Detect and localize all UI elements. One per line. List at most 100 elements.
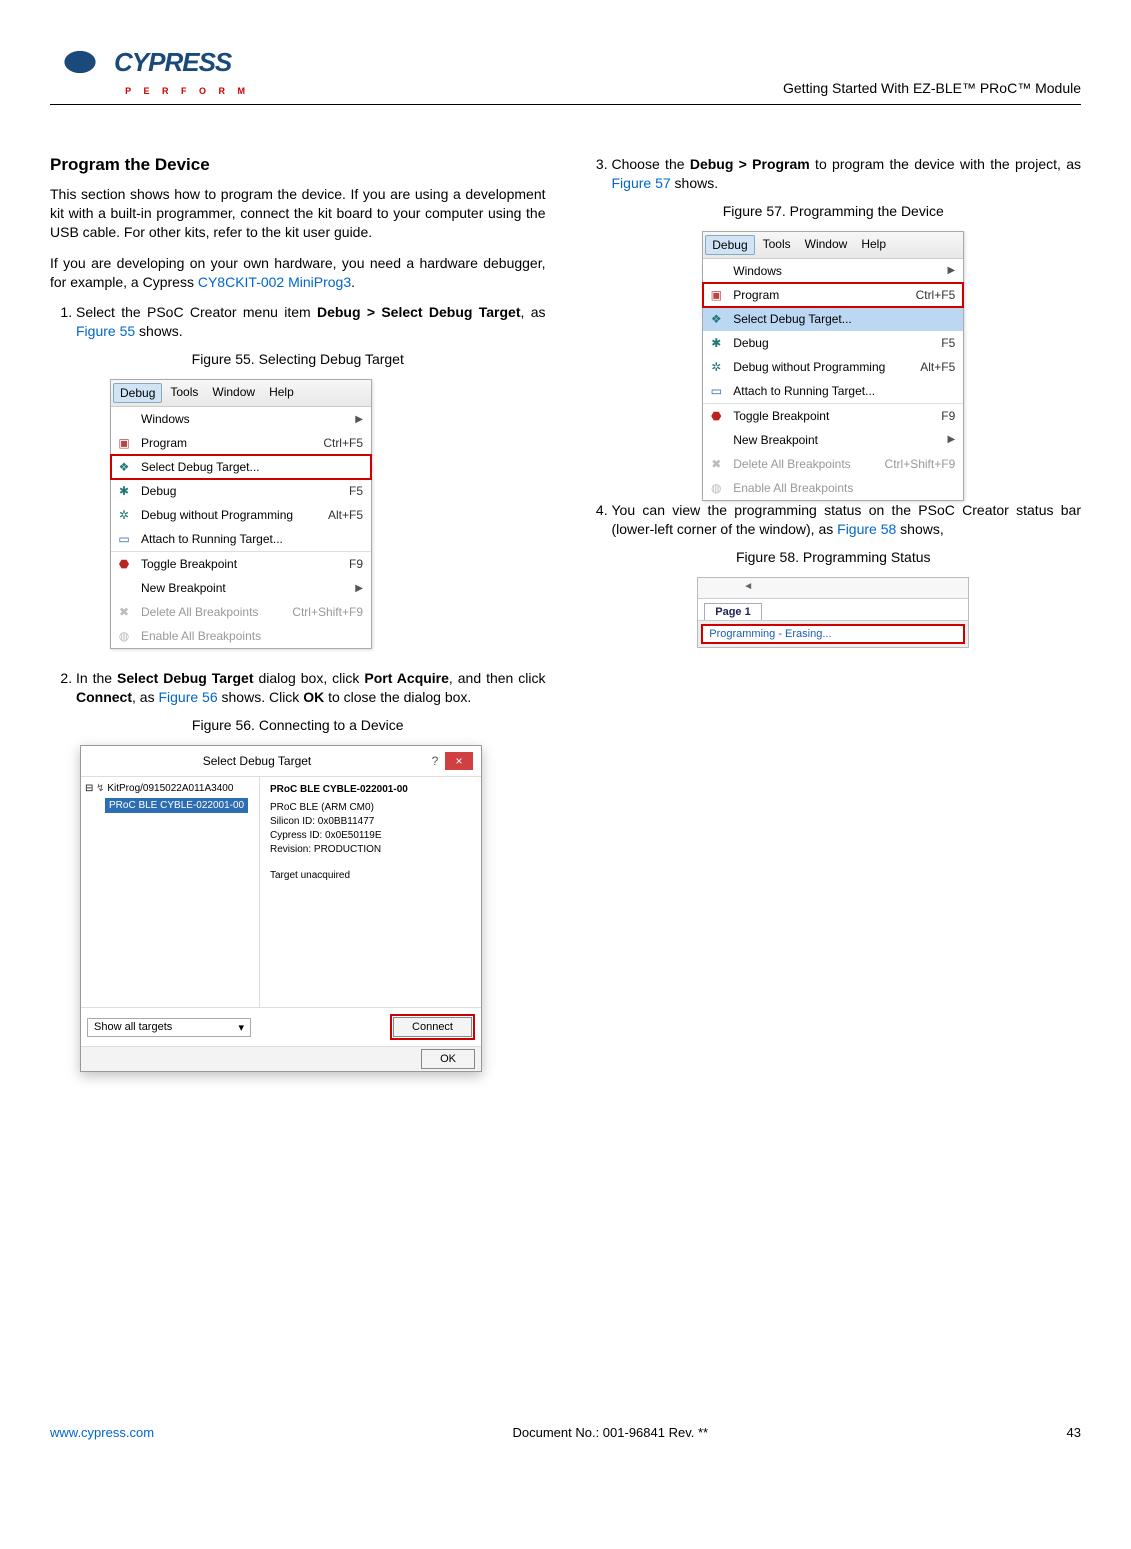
cypress-swirl-icon <box>50 40 110 84</box>
page-tab[interactable]: Page 1 <box>704 603 761 620</box>
figure-56-link[interactable]: Figure 56 <box>158 689 217 705</box>
dialog-info-panel: PRoC BLE CYBLE-022001-00 PRoC BLE (ARM C… <box>260 777 481 1007</box>
section-heading: Program the Device <box>50 155 546 175</box>
mi-label: New Breakpoint <box>733 433 939 447</box>
menu-debug[interactable]: Debug <box>113 383 162 403</box>
menu-window[interactable]: Window <box>206 383 261 403</box>
step-2: In the Select Debug Target dialog box, c… <box>76 669 546 707</box>
menu-item-attach[interactable]: ▭ Attach to Running Target... <box>111 527 371 551</box>
blank-icon <box>707 263 725 279</box>
menu-item-new-bp[interactable]: New Breakpoint ▶ <box>703 428 963 452</box>
menu-debug[interactable]: Debug <box>705 235 754 255</box>
menu-item-program[interactable]: ▣ Program Ctrl+F5 <box>111 431 371 455</box>
menu-tools[interactable]: Tools <box>757 235 797 255</box>
left-column: Program the Device This section shows ho… <box>50 155 546 1405</box>
hw-text-post: . <box>351 274 355 290</box>
mi-sc: Ctrl+Shift+F9 <box>885 457 956 471</box>
dialog-titlebar: Select Debug Target ? × <box>81 746 481 777</box>
help-icon[interactable]: ? <box>425 754 445 768</box>
menu-help[interactable]: Help <box>263 383 300 403</box>
delete-bp-icon: ✖ <box>707 456 725 472</box>
step-1: Select the PSoC Creator menu item Debug … <box>76 303 546 341</box>
mi-debug-sc: F5 <box>349 484 363 498</box>
s2-b1: Select Debug Target <box>117 670 253 686</box>
debug-noprog-icon: ✲ <box>707 359 725 375</box>
footer-pageno: 43 <box>1067 1425 1081 1440</box>
target-status: Target unacquired <box>270 869 471 883</box>
mi-attach-label: Attach to Running Target... <box>141 532 363 546</box>
select-debug-target-dialog: Select Debug Target ? × ⊟ ↯ KitProg/0915… <box>80 745 482 1072</box>
menu-tools[interactable]: Tools <box>164 383 204 403</box>
figure-58-link[interactable]: Figure 58 <box>837 521 896 537</box>
menu-item-select-debug-target[interactable]: ❖ Select Debug Target... <box>111 455 371 479</box>
mi-label: Enable All Breakpoints <box>733 481 955 495</box>
right-column: Choose the Debug > Program to program th… <box>586 155 1082 1405</box>
intro-paragraph: This section shows how to program the de… <box>50 185 546 242</box>
menu-item-toggle-bp[interactable]: ⬣ Toggle Breakpoint F9 <box>703 404 963 428</box>
blank-icon <box>115 411 133 427</box>
step-3: Choose the Debug > Program to program th… <box>612 155 1082 193</box>
close-icon[interactable]: × <box>445 752 473 770</box>
figure-57-menu: Debug Tools Window Help Windows ▶ ▣ Prog… <box>702 231 964 501</box>
program-icon: ▣ <box>115 435 133 451</box>
s2-b3: Connect <box>76 689 132 705</box>
footer-docno: Document No.: 001-96841 Rev. ** <box>512 1425 708 1440</box>
ok-button[interactable]: OK <box>421 1049 475 1069</box>
logo-tagline: P E R F O R M <box>50 86 250 96</box>
target-icon: ❖ <box>115 459 133 475</box>
menu-item-program[interactable]: ▣ Program Ctrl+F5 <box>703 283 963 307</box>
menu-item-delete-bp: ✖ Delete All Breakpoints Ctrl+Shift+F9 <box>703 452 963 476</box>
menu-item-enable-bp: ◍ Enable All Breakpoints <box>703 476 963 500</box>
figure-58-status: Page 1 Programming - Erasing... <box>697 577 969 648</box>
mi-tbp-label: Toggle Breakpoint <box>141 557 341 571</box>
hardware-paragraph: If you are developing on your own hardwa… <box>50 254 546 292</box>
menu-item-toggle-bp[interactable]: ⬣ Toggle Breakpoint F9 <box>111 552 371 576</box>
doc-title: Getting Started With EZ-BLE™ PRoC™ Modul… <box>783 80 1081 96</box>
menubar: Debug Tools Window Help <box>703 232 963 259</box>
menu-help[interactable]: Help <box>855 235 892 255</box>
blank-icon <box>707 432 725 448</box>
program-icon: ▣ <box>707 287 725 303</box>
mi-target-label: Select Debug Target... <box>141 460 363 474</box>
menu-item-windows[interactable]: Windows ▶ <box>703 259 963 283</box>
menu-item-attach[interactable]: ▭ Attach to Running Target... <box>703 379 963 403</box>
attach-icon: ▭ <box>707 383 725 399</box>
mi-label: Toggle Breakpoint <box>733 409 933 423</box>
figure-57-link[interactable]: Figure 57 <box>612 175 671 191</box>
s2-post: to close the dialog box. <box>324 689 471 705</box>
tree-device[interactable]: PRoC BLE CYBLE-022001-00 <box>105 798 248 813</box>
debug-icon: ✱ <box>115 483 133 499</box>
s2-m2: , and then click <box>449 670 546 686</box>
menu-item-debug-noprog[interactable]: ✲ Debug without Programming Alt+F5 <box>111 503 371 527</box>
mi-program-sc: Ctrl+F5 <box>323 436 363 450</box>
footer-url[interactable]: www.cypress.com <box>50 1425 154 1440</box>
figure-55-link[interactable]: Figure 55 <box>76 323 135 339</box>
connect-highlight: Connect <box>390 1014 475 1040</box>
menu-item-new-bp[interactable]: New Breakpoint ▶ <box>111 576 371 600</box>
mi-label: Attach to Running Target... <box>733 384 955 398</box>
target-filter-dropdown[interactable]: Show all targets ▾ <box>87 1018 251 1037</box>
device-heading: PRoC BLE CYBLE-022001-00 <box>270 783 471 797</box>
attach-icon: ▭ <box>115 531 133 547</box>
menu-item-debug-noprog[interactable]: ✲ Debug without Programming Alt+F5 <box>703 355 963 379</box>
mi-dbp-sc: Ctrl+Shift+F9 <box>292 605 363 619</box>
s2-b2: Port Acquire <box>364 670 449 686</box>
page-header: CYPRESS P E R F O R M Getting Started Wi… <box>50 40 1081 105</box>
s2-m3: , as <box>132 689 158 705</box>
connect-button[interactable]: Connect <box>393 1017 472 1037</box>
menu-item-windows[interactable]: Windows ▶ <box>111 407 371 431</box>
menu-item-debug[interactable]: ✱ Debug F5 <box>703 331 963 355</box>
menu-item-select-debug-target[interactable]: ❖ Select Debug Target... <box>703 307 963 331</box>
mi-windows-label: Windows <box>141 412 347 426</box>
tree-kitprog[interactable]: ⊟ ↯ KitProg/0915022A011A3400 <box>85 781 255 796</box>
mi-debug-label: Debug <box>141 484 341 498</box>
submenu-arrow-icon: ▶ <box>948 434 956 445</box>
miniprog-link[interactable]: CY8CKIT-002 MiniProg3 <box>198 274 351 290</box>
mi-label: Windows <box>733 264 939 278</box>
menu-window[interactable]: Window <box>799 235 854 255</box>
mi-sc: F5 <box>941 336 955 350</box>
menu-item-debug[interactable]: ✱ Debug F5 <box>111 479 371 503</box>
mi-dnp-label: Debug without Programming <box>141 508 320 522</box>
mi-label: Debug without Programming <box>733 360 912 374</box>
mi-label: Debug <box>733 336 933 350</box>
